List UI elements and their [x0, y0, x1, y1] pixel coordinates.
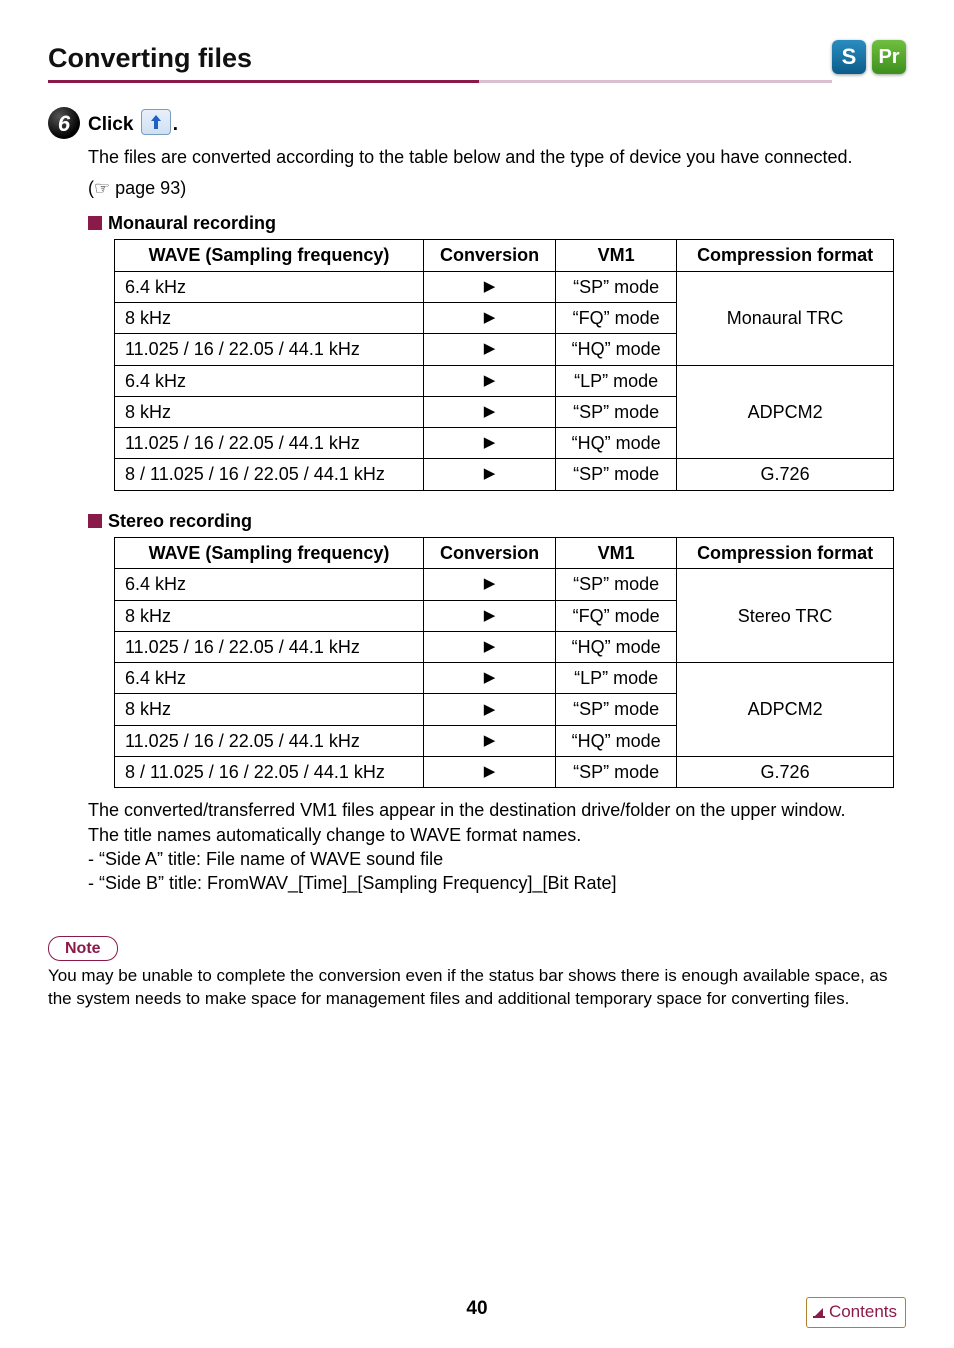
post-b2: - “Side B” title: FromWAV_[Time]_[Sampli…	[88, 871, 906, 895]
col-vm1: VM1	[556, 240, 677, 271]
square-bullet-icon	[88, 216, 102, 230]
page-title: Converting files	[48, 40, 832, 76]
step-instruction: Click .	[88, 109, 178, 138]
monaural-table: WAVE (Sampling frequency) Conversion VM1…	[114, 239, 894, 490]
cell-format: ADPCM2	[677, 663, 894, 757]
cell-freq: 11.025 / 16 / 22.05 / 44.1 kHz	[115, 725, 424, 756]
cell-vm1: “LP” mode	[556, 365, 677, 396]
cell-vm1: “SP” mode	[556, 694, 677, 725]
intro-ref: (☞ page 93)	[88, 176, 906, 201]
cell-vm1: “FQ” mode	[556, 302, 677, 333]
cell-vm1: “SP” mode	[556, 757, 677, 788]
cell-freq: 6.4 kHz	[115, 271, 424, 302]
intro-line-1: The files are converted according to the…	[88, 145, 906, 169]
cell-freq: 8 kHz	[115, 600, 424, 631]
badge-s-icon: S	[832, 40, 866, 74]
col-wave: WAVE (Sampling frequency)	[115, 538, 424, 569]
arrow-icon: ▶	[424, 663, 556, 694]
cell-vm1: “SP” mode	[556, 396, 677, 427]
arrow-icon: ▶	[424, 302, 556, 333]
step-prefix: Click	[88, 114, 139, 135]
arrow-icon: ▶	[424, 459, 556, 490]
cell-freq: 8 / 11.025 / 16 / 22.05 / 44.1 kHz	[115, 757, 424, 788]
cell-freq: 8 kHz	[115, 694, 424, 725]
cell-freq: 6.4 kHz	[115, 365, 424, 396]
post-b1: - “Side A” title: File name of WAVE soun…	[88, 847, 906, 871]
note-text: You may be unable to complete the conver…	[48, 965, 906, 1011]
arrow-icon: ▶	[424, 271, 556, 302]
monaural-heading: Monaural recording	[88, 211, 906, 235]
col-conversion: Conversion	[424, 240, 556, 271]
col-compression: Compression format	[677, 240, 894, 271]
badge-pr-icon: Pr	[872, 40, 906, 74]
col-wave: WAVE (Sampling frequency)	[115, 240, 424, 271]
cell-vm1: “HQ” mode	[556, 631, 677, 662]
arrow-icon: ▶	[424, 365, 556, 396]
cell-vm1: “FQ” mode	[556, 600, 677, 631]
cell-vm1: “SP” mode	[556, 459, 677, 490]
cell-vm1: “SP” mode	[556, 271, 677, 302]
pointer-icon: ☞	[94, 178, 110, 199]
cell-freq: 6.4 kHz	[115, 663, 424, 694]
arrow-icon: ▶	[424, 757, 556, 788]
arrow-icon: ▶	[424, 631, 556, 662]
stereo-heading: Stereo recording	[88, 509, 906, 533]
cell-format: G.726	[677, 459, 894, 490]
arrow-icon: ▶	[424, 428, 556, 459]
col-conversion: Conversion	[424, 538, 556, 569]
cell-freq: 8 kHz	[115, 302, 424, 333]
arrow-icon: ▶	[424, 569, 556, 600]
arrow-icon: ▶	[424, 725, 556, 756]
table-row: 6.4 kHz ▶ “LP” mode ADPCM2	[115, 365, 894, 396]
upload-button-icon	[141, 109, 171, 135]
cell-freq: 6.4 kHz	[115, 569, 424, 600]
cell-freq: 8 / 11.025 / 16 / 22.05 / 44.1 kHz	[115, 459, 424, 490]
stereo-table: WAVE (Sampling frequency) Conversion VM1…	[114, 537, 894, 788]
cell-vm1: “SP” mode	[556, 569, 677, 600]
col-vm1: VM1	[556, 538, 677, 569]
cell-freq: 8 kHz	[115, 396, 424, 427]
step-number-badge: 6	[48, 107, 80, 139]
cell-freq: 11.025 / 16 / 22.05 / 44.1 kHz	[115, 334, 424, 365]
post-p2: The title names automatically change to …	[88, 823, 906, 847]
monaural-heading-text: Monaural recording	[108, 211, 276, 235]
arrow-icon: ▶	[424, 396, 556, 427]
title-rule	[48, 80, 832, 83]
cell-format: G.726	[677, 757, 894, 788]
arrow-icon: ▶	[424, 600, 556, 631]
ref-page: page 93)	[110, 178, 186, 198]
cell-vm1: “LP” mode	[556, 663, 677, 694]
table-row: 6.4 kHz ▶ “SP” mode Stereo TRC	[115, 569, 894, 600]
post-p1: The converted/transferred VM1 files appe…	[88, 798, 906, 822]
col-compression: Compression format	[677, 538, 894, 569]
arrow-icon: ▶	[424, 694, 556, 725]
table-row: 8 / 11.025 / 16 / 22.05 / 44.1 kHz ▶ “SP…	[115, 757, 894, 788]
cell-vm1: “HQ” mode	[556, 725, 677, 756]
cell-format: ADPCM2	[677, 365, 894, 459]
cell-format: Monaural TRC	[677, 271, 894, 365]
contents-button[interactable]: Contents	[806, 1297, 906, 1328]
table-row: 8 / 11.025 / 16 / 22.05 / 44.1 kHz ▶ “SP…	[115, 459, 894, 490]
cell-freq: 11.025 / 16 / 22.05 / 44.1 kHz	[115, 631, 424, 662]
contents-label: Contents	[829, 1301, 897, 1324]
table-row: 6.4 kHz ▶ “SP” mode Monaural TRC	[115, 271, 894, 302]
cell-vm1: “HQ” mode	[556, 334, 677, 365]
cell-freq: 11.025 / 16 / 22.05 / 44.1 kHz	[115, 428, 424, 459]
square-bullet-icon	[88, 514, 102, 528]
cell-format: Stereo TRC	[677, 569, 894, 663]
stereo-heading-text: Stereo recording	[108, 509, 252, 533]
underline-icon	[813, 1316, 825, 1318]
step-suffix: .	[173, 114, 178, 135]
arrow-icon: ▶	[424, 334, 556, 365]
note-label: Note	[48, 936, 118, 962]
cell-vm1: “HQ” mode	[556, 428, 677, 459]
table-row: 6.4 kHz ▶ “LP” mode ADPCM2	[115, 663, 894, 694]
